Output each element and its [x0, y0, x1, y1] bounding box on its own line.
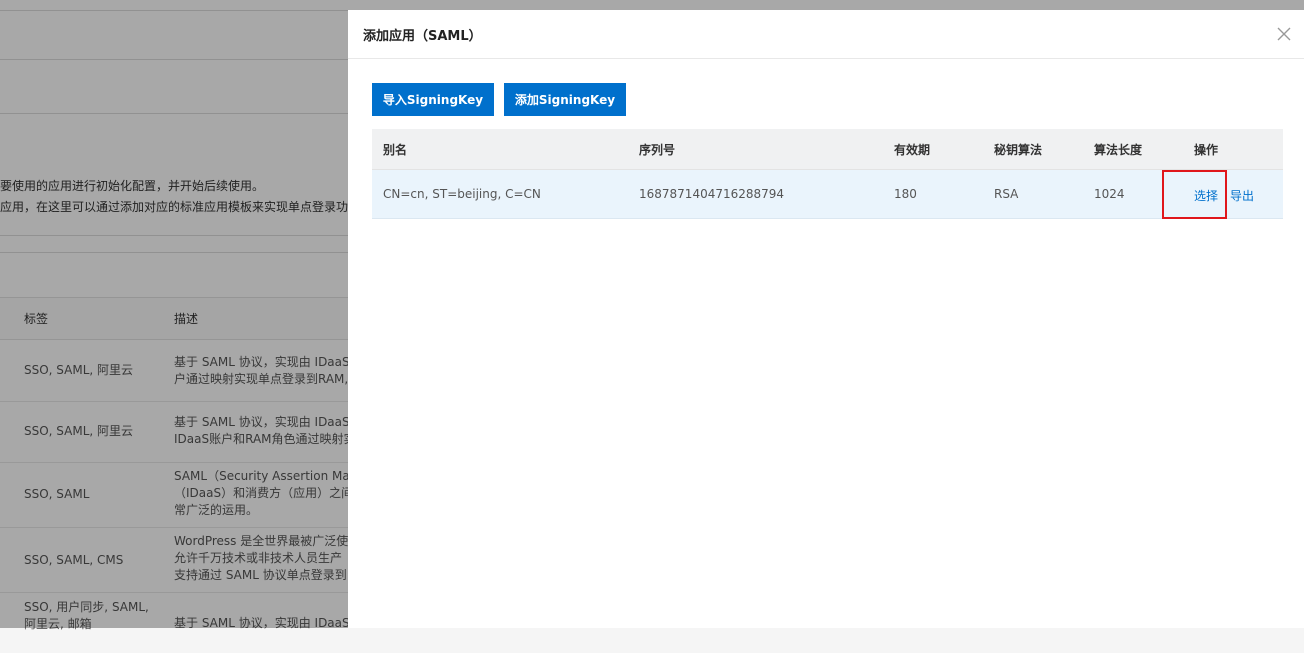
- column-header-validity: 有效期: [894, 143, 931, 157]
- table-header: 别名 序列号 有效期 秘钥算法 算法长度 操作: [372, 129, 1283, 170]
- close-icon[interactable]: [1274, 24, 1294, 44]
- signingkey-table: 别名 序列号 有效期 秘钥算法 算法长度 操作 CN=cn, ST=beijin…: [372, 129, 1283, 219]
- drawer-header: 添加应用（SAML）: [348, 10, 1304, 59]
- add-app-drawer: 添加应用（SAML） 导入SigningKey 添加SigningKey 别名 …: [348, 10, 1304, 628]
- cell-validity: 180: [894, 187, 917, 201]
- export-link[interactable]: 导出: [1230, 187, 1254, 204]
- select-link[interactable]: 选择: [1194, 187, 1218, 204]
- import-signingkey-button[interactable]: 导入SigningKey: [372, 83, 494, 116]
- column-header-length: 算法长度: [1094, 143, 1143, 157]
- cell-algorithm: RSA: [994, 187, 1019, 201]
- column-header-alias: 别名: [383, 143, 408, 157]
- column-header-serial: 序列号: [639, 143, 676, 157]
- table-row[interactable]: CN=cn, ST=beijing, C=CN 1687871404716288…: [372, 170, 1283, 219]
- column-header-actions: 操作: [1194, 143, 1219, 157]
- cell-serial: 1687871404716288794: [639, 187, 785, 201]
- cell-length: 1024: [1094, 187, 1125, 201]
- add-signingkey-button[interactable]: 添加SigningKey: [504, 83, 626, 116]
- drawer-title: 添加应用（SAML）: [363, 29, 482, 44]
- cell-alias: CN=cn, ST=beijing, C=CN: [383, 187, 541, 201]
- column-header-algorithm: 秘钥算法: [994, 143, 1043, 157]
